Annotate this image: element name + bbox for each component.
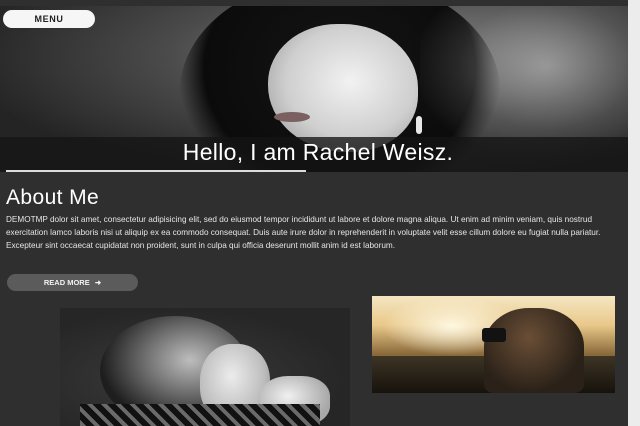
hero-divider: [6, 170, 306, 172]
hero-photo-lips: [274, 112, 310, 122]
portrait-photo: [60, 308, 350, 426]
photo-person: [484, 308, 584, 393]
about-heading: About Me: [6, 186, 100, 209]
page: Hello, I am Rachel Weisz. MENU About Me …: [0, 0, 628, 426]
portrait-shirt: [80, 404, 320, 426]
about-paragraph: DEMOTMP dolor sit amet, consectetur adip…: [6, 215, 601, 250]
camera-photo: [372, 296, 615, 393]
read-more-label: READ MORE: [43, 278, 90, 287]
scrollbar-track[interactable]: [628, 0, 640, 426]
hero-title: Hello, I am Rachel Weisz.: [182, 139, 454, 165]
read-more-button[interactable]: READ MORE ➜: [7, 274, 138, 291]
menu-button[interactable]: MENU: [3, 10, 95, 28]
arrow-right-icon: ➜: [94, 278, 102, 287]
camera-icon: [482, 328, 506, 342]
